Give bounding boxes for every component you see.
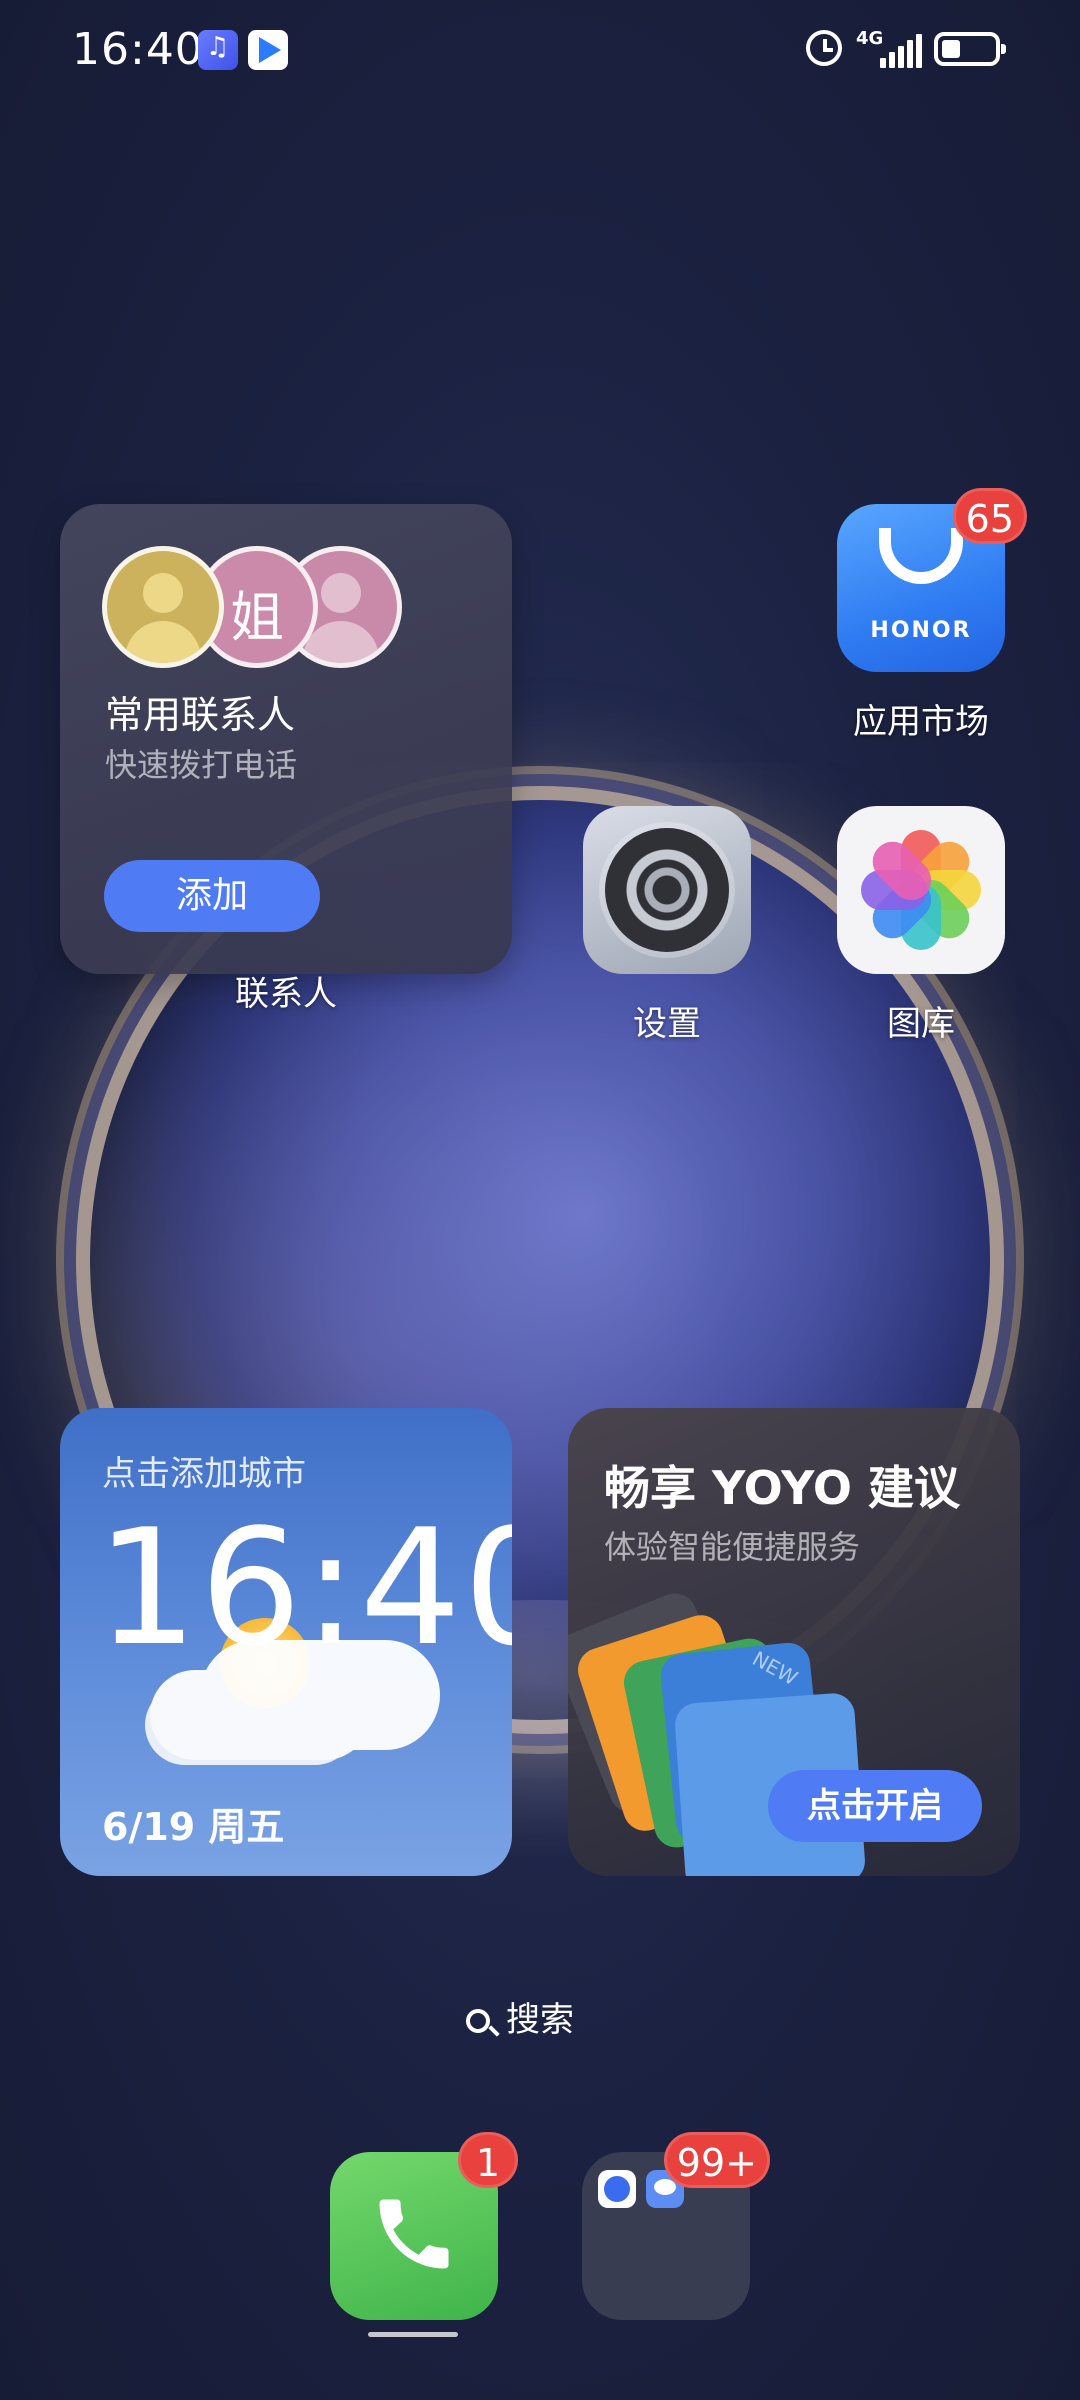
phone-icon (379, 2199, 449, 2269)
battery-icon (934, 32, 1006, 66)
clock-weather-widget[interactable]: 点击添加城市 16:40 6/19 周五 (60, 1408, 512, 1876)
status-time: 16:40 (72, 24, 204, 75)
settings-app[interactable]: 设置 (567, 806, 767, 1045)
search-label: 搜索 (506, 2000, 574, 2040)
gallery-icon[interactable] (837, 806, 1005, 974)
contact-avatar[interactable] (102, 546, 224, 668)
gear-icon[interactable] (583, 806, 751, 974)
music-icon (198, 30, 238, 70)
app-market-badge: 65 (952, 488, 1027, 544)
honor-logo-text: HONOR (870, 618, 972, 643)
gallery-label: 图库 (887, 1004, 955, 1044)
add-contact-button[interactable]: 添加 (104, 860, 320, 932)
page-indicator (368, 2332, 458, 2337)
new-tag: NEW (748, 1646, 802, 1691)
contacts-widget-title: 常用联系人 (105, 693, 296, 737)
yoyo-suggestion-widget[interactable]: 畅享 YOYO 建议 体验智能便捷服务 NEW 点击开启 (568, 1408, 1020, 1876)
app-folder[interactable]: 99+ (582, 2132, 770, 2320)
folder-badge: 99+ (663, 2132, 770, 2188)
app-market-app[interactable]: HONOR 65 应用市场 (821, 488, 1027, 743)
phone-app[interactable]: 1 (330, 2132, 518, 2320)
add-city-hint[interactable]: 点击添加城市 (102, 1446, 306, 1495)
settings-label: 设置 (633, 1004, 701, 1044)
browser-icon (598, 2170, 636, 2208)
contacts-widget-subtitle: 快速拨打电话 (105, 746, 298, 784)
video-icon (248, 30, 288, 70)
alarm-icon (806, 30, 842, 66)
yoyo-widget-subtitle: 体验智能便捷服务 (604, 1528, 861, 1566)
app-market-label: 应用市场 (853, 702, 989, 742)
yoyo-widget-title: 畅享 YOYO 建议 (604, 1461, 960, 1515)
contacts-widget-label: 联系人 (235, 974, 337, 1014)
clock-time: 16:40 (96, 1494, 512, 1681)
phone-badge: 1 (458, 2132, 518, 2188)
cloud-icon (150, 1670, 370, 1760)
yoyo-open-button[interactable]: 点击开启 (768, 1770, 982, 1842)
search-icon (466, 2009, 490, 2033)
home-screen: 16:40 4G 姐 常用联系人 快速拨打电话 添加 联系人 (0, 0, 1080, 2400)
contacts-widget[interactable]: 姐 常用联系人 快速拨打电话 添加 (60, 504, 512, 974)
search-button[interactable]: 搜索 (446, 1990, 594, 2050)
clock-date: 6/19 周五 (102, 1805, 285, 1849)
status-bar: 16:40 4G (0, 0, 1080, 100)
gallery-app[interactable]: 图库 (821, 806, 1021, 1045)
signal-icon (880, 32, 922, 68)
